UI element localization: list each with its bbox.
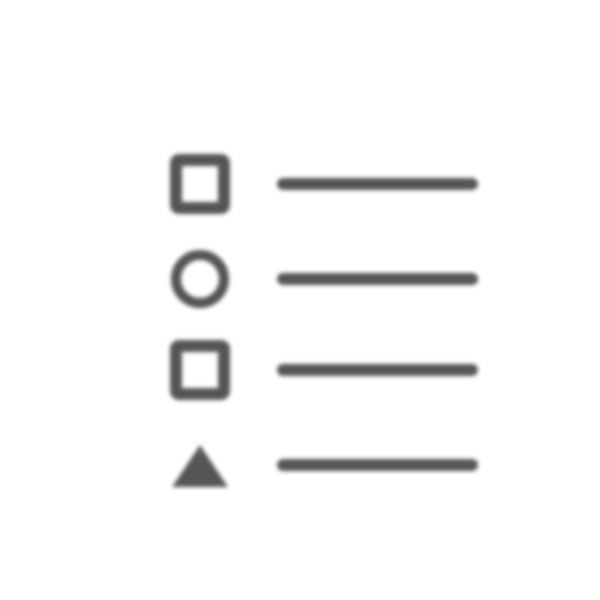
- list-row: [171, 250, 478, 308]
- list-row: [172, 445, 478, 487]
- circle-bullet-icon: [171, 250, 229, 308]
- list-row: [170, 154, 478, 214]
- square-bullet-icon: [170, 340, 230, 400]
- canvas: [0, 0, 600, 600]
- triangle-bullet-icon: [172, 445, 228, 487]
- list-row: [170, 340, 478, 400]
- square-bullet-icon: [170, 154, 230, 214]
- bulleted-list-icon: [170, 154, 478, 487]
